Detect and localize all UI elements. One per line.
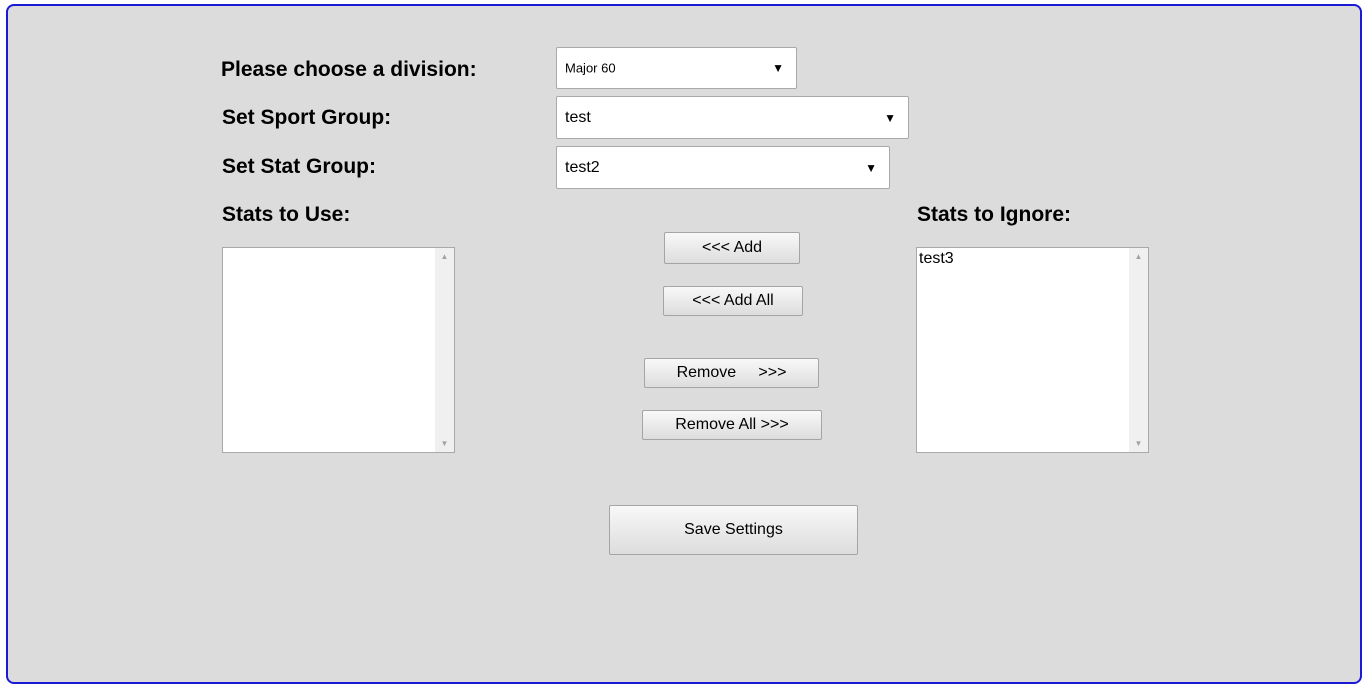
stat-group-select[interactable]: test2 ▼ (556, 146, 890, 189)
stats-to-ignore-items: test3 (918, 250, 1128, 268)
stat-group-select-value: test2 (565, 158, 600, 176)
division-select-value: Major 60 (565, 60, 616, 76)
division-select[interactable]: Major 60 ▼ (556, 47, 797, 89)
stats-to-use-label: Stats to Use: (222, 203, 351, 226)
stats-to-ignore-scrollbar[interactable]: ▲ ▼ (1129, 248, 1148, 452)
scroll-down-icon[interactable]: ▼ (435, 435, 454, 452)
list-item[interactable]: test3 (918, 250, 1128, 268)
save-settings-button[interactable]: Save Settings (609, 505, 858, 555)
stats-to-use-listbox[interactable]: ▲ ▼ (222, 247, 455, 453)
remove-button[interactable]: Remove >>> (644, 358, 819, 388)
stats-to-ignore-listbox[interactable]: test3 ▲ ▼ (916, 247, 1149, 453)
sport-group-select[interactable]: test ▼ (556, 96, 909, 139)
stats-to-ignore-label: Stats to Ignore: (917, 203, 1072, 226)
sport-group-label: Set Sport Group: (222, 106, 392, 129)
chevron-down-icon: ▼ (884, 110, 896, 125)
stat-group-label: Set Stat Group: (222, 155, 377, 178)
add-all-button[interactable]: <<< Add All (663, 286, 803, 316)
remove-all-button[interactable]: Remove All >>> (642, 410, 822, 440)
chevron-down-icon: ▼ (865, 160, 877, 175)
division-label: Please choose a division: (221, 58, 477, 81)
scroll-down-icon[interactable]: ▼ (1129, 435, 1148, 452)
sport-group-select-value: test (565, 108, 591, 126)
scroll-up-icon[interactable]: ▲ (1129, 248, 1148, 265)
add-button[interactable]: <<< Add (664, 232, 800, 264)
stats-to-use-scrollbar[interactable]: ▲ ▼ (435, 248, 454, 452)
chevron-down-icon: ▼ (772, 61, 784, 75)
scroll-up-icon[interactable]: ▲ (435, 248, 454, 265)
